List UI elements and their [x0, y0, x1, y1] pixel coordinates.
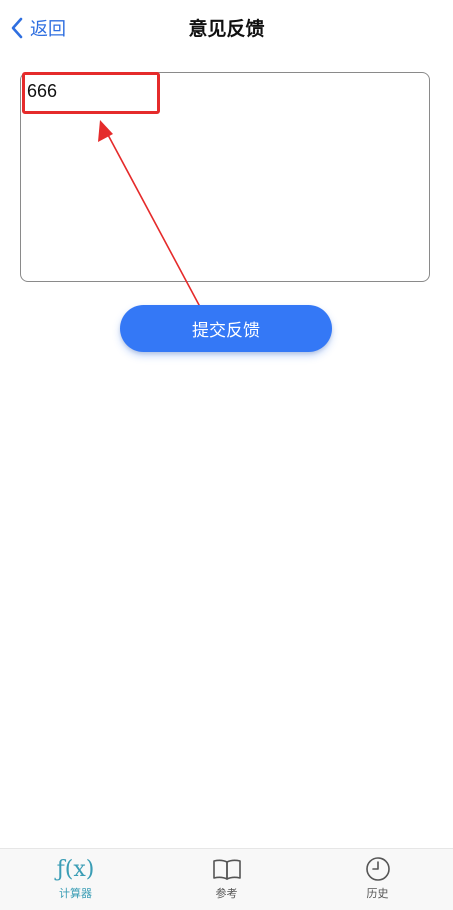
- bottom-tab-bar: ƒ(x) 计算器 参考 历史: [0, 848, 453, 910]
- feedback-page: 返回 意见反馈 666 提交反馈 ƒ(x) 计算器 参考 历史: [0, 0, 453, 910]
- submit-feedback-button[interactable]: 提交反馈: [120, 305, 332, 352]
- annotation-highlight-box: [22, 72, 160, 114]
- tab-label-history: 历史: [366, 887, 389, 900]
- book-icon: [212, 855, 242, 883]
- clock-icon: [365, 855, 391, 883]
- tab-history[interactable]: 历史: [318, 849, 438, 901]
- tab-label-calculator: 计算器: [59, 887, 92, 900]
- fx-icon: ƒ(x): [57, 855, 95, 883]
- page-title: 意见反馈: [188, 18, 265, 40]
- tab-calculator[interactable]: ƒ(x) 计算器: [16, 849, 136, 901]
- tab-label-reference: 参考: [215, 887, 238, 900]
- nav-header: 返回 意见反馈: [0, 0, 453, 56]
- tab-reference[interactable]: 参考: [167, 849, 287, 901]
- fx-glyph: ƒ(x): [56, 856, 95, 882]
- submit-feedback-label: 提交反馈: [192, 321, 260, 341]
